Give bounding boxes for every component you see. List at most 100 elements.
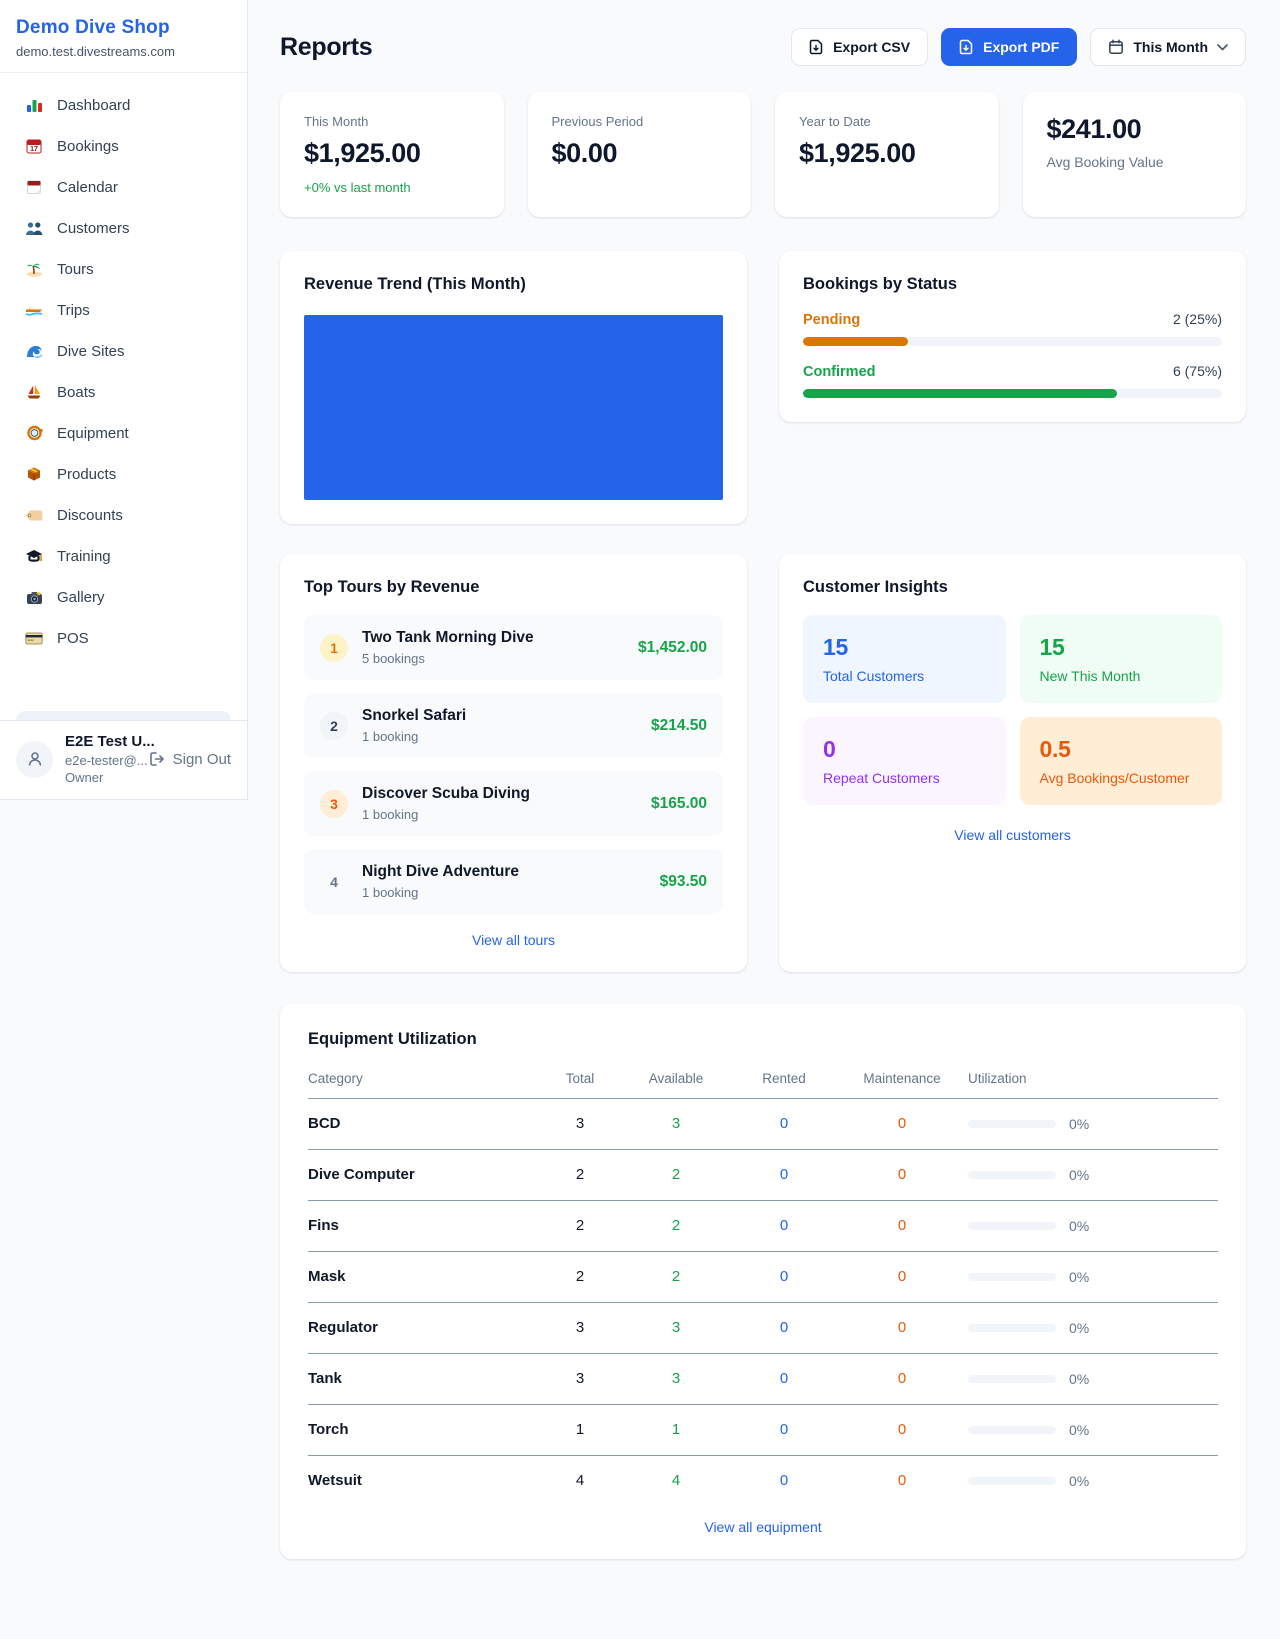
user-role: Owner [65,769,137,787]
tour-bookings: 1 booking [362,729,466,744]
sidebar-item-discounts[interactable]: Discounts [12,497,235,533]
sidebar-item-label: Dashboard [57,97,130,114]
tour-revenue: $165.00 [651,795,707,813]
header-actions: Export CSV Export PDF This Month [791,28,1246,66]
tour-list-item: 2 Snorkel Safari 1 booking $214.50 [304,693,723,758]
user-section: E2E Test U... e2e-tester@... Owner Sign … [0,720,247,799]
equipment-total: 2 [540,1201,620,1252]
status-label: Confirmed [803,364,876,380]
tour-revenue: $93.50 [660,873,707,891]
table-row: Tank 3 3 0 0 0% [308,1354,1218,1405]
revenue-trend-card: Revenue Trend (This Month) [280,251,747,524]
col-header-rented: Rented [732,1063,836,1099]
bookings-by-status-title: Bookings by Status [803,275,1222,294]
bookings-by-status-card: Bookings by Status Pending 2 (25%) Confi… [779,251,1246,422]
status-row-pending: Pending 2 (25%) [803,311,1222,346]
equipment-available: 3 [620,1303,732,1354]
tile-new-this-month: 15 New This Month [1020,615,1223,703]
status-count: 6 (75%) [1173,363,1222,379]
sidebar-item-label: Gallery [57,589,105,606]
sailboat-icon [24,383,44,401]
view-all-tours-link[interactable]: View all tours [304,932,723,948]
main-content: Reports Export CSV Export PDF This Month… [248,0,1280,1639]
view-all-equipment-link[interactable]: View all equipment [308,1519,1218,1535]
col-header-maintenance: Maintenance [836,1063,968,1099]
tag-icon [24,506,44,524]
equipment-rented: 0 [732,1150,836,1201]
people-icon [24,219,44,237]
equipment-available: 3 [620,1354,732,1405]
utilization-percent: 0% [1069,1116,1089,1132]
sidebar-item-calendar[interactable]: Calendar [12,169,235,205]
tile-total-customers: 15 Total Customers [803,615,1006,703]
sidebar-item-reports-partial[interactable] [16,711,231,720]
sidebar-item-gallery[interactable]: Gallery [12,579,235,615]
equipment-maintenance: 0 [836,1456,968,1496]
revenue-trend-chart [304,315,723,500]
shop-domain: demo.test.divestreams.com [16,44,231,59]
sign-out-button[interactable]: Sign Out [149,751,231,768]
status-label: Pending [803,312,860,328]
stat-value: $0.00 [552,138,728,169]
equipment-utilization-cell: 0% [968,1201,1218,1252]
wave-icon [24,342,44,360]
sidebar-item-label: Bookings [57,138,119,155]
svg-text:17: 17 [30,146,38,153]
utilization-bar [968,1324,1056,1332]
equipment-utilization-cell: 0% [968,1303,1218,1354]
chevron-down-icon [1217,44,1228,51]
equipment-total: 3 [540,1303,620,1354]
sidebar-item-label: Trips [57,302,90,319]
calendar-icon [1108,39,1124,55]
user-info: E2E Test U... e2e-tester@... Owner [65,732,137,787]
equipment-maintenance: 0 [836,1201,968,1252]
stat-value: $1,925.00 [799,138,975,169]
equipment-utilization-cell: 0% [968,1150,1218,1201]
export-csv-button[interactable]: Export CSV [791,28,928,66]
sidebar-item-bookings[interactable]: 17 Bookings [12,128,235,164]
equipment-category: Regulator [308,1303,540,1354]
status-bar-fill [803,389,1117,398]
bar-chart-icon [24,96,44,114]
equipment-total: 2 [540,1252,620,1303]
revenue-trend-title: Revenue Trend (This Month) [304,275,723,294]
status-count: 2 (25%) [1173,311,1222,327]
equipment-available: 2 [620,1150,732,1201]
view-all-customers-link[interactable]: View all customers [803,827,1222,843]
utilization-bar [968,1375,1056,1383]
stat-value: $241.00 [1047,114,1223,145]
tour-revenue: $214.50 [651,717,707,735]
sidebar-item-boats[interactable]: Boats [12,374,235,410]
sidebar-item-dashboard[interactable]: Dashboard [12,87,235,123]
tile-value: 15 [1040,634,1203,661]
sidebar-item-products[interactable]: Products [12,456,235,492]
sidebar-item-training[interactable]: Training [12,538,235,574]
top-tours-card: Top Tours by Revenue 1 Two Tank Morning … [280,554,747,972]
tour-list-item: 1 Two Tank Morning Dive 5 bookings $1,45… [304,615,723,680]
period-dropdown[interactable]: This Month [1090,28,1246,66]
tour-name: Discover Scuba Diving [362,785,530,803]
equipment-available: 4 [620,1456,732,1496]
tile-value: 0 [823,736,986,763]
stat-card-previous-period: Previous Period $0.00 [528,92,752,217]
rank-badge: 4 [320,868,348,896]
sidebar-item-customers[interactable]: Customers [12,210,235,246]
avatar [16,741,53,778]
grad-cap-icon [24,547,44,565]
sidebar-item-label: Tours [57,261,94,278]
sidebar-item-dive-sites[interactable]: Dive Sites [12,333,235,369]
export-pdf-button[interactable]: Export PDF [941,28,1077,66]
sidebar-item-equipment[interactable]: Equipment [12,415,235,451]
utilization-bar [968,1222,1056,1230]
equipment-rented: 0 [732,1354,836,1405]
utilization-bar [968,1171,1056,1179]
tile-repeat-customers: 0 Repeat Customers [803,717,1006,805]
table-row: BCD 3 3 0 0 0% [308,1099,1218,1150]
col-header-available: Available [620,1063,732,1099]
sidebar-item-pos[interactable]: POS [12,620,235,656]
sidebar-item-trips[interactable]: Trips [12,292,235,328]
sidebar-item-tours[interactable]: Tours [12,251,235,287]
equipment-utilization-cell: 0% [968,1099,1218,1150]
utilization-percent: 0% [1069,1320,1089,1336]
equipment-category: Torch [308,1405,540,1456]
